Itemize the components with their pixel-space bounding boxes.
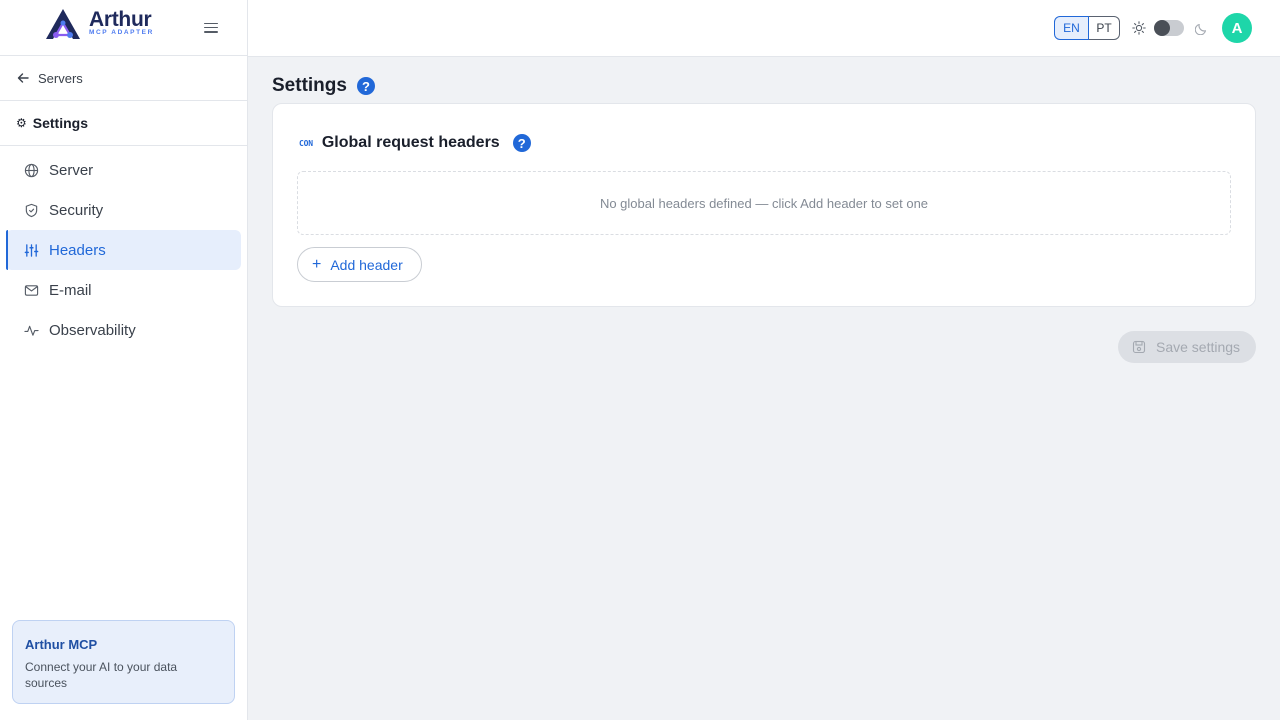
sidebar-item-email[interactable]: E-mail [6, 270, 241, 310]
sidebar-item-label: Server [49, 161, 94, 179]
menu-toggle-icon[interactable] [204, 20, 222, 36]
sidebar-item-security[interactable]: Security [6, 190, 241, 230]
language-en-button[interactable]: EN [1054, 16, 1089, 40]
save-settings-label: Save settings [1156, 339, 1241, 355]
promo-title: Arthur MCP [25, 637, 98, 652]
plus-icon: + [312, 255, 322, 273]
back-to-servers-link[interactable]: Servers [0, 56, 247, 101]
section-title-label: Settings [32, 115, 88, 131]
activity-icon [23, 322, 39, 338]
sidebar-section-title: ⚙ Settings [0, 101, 247, 146]
con-badge-icon: CON [299, 138, 313, 148]
card-title: Global request headers [321, 134, 500, 151]
arrow-left-icon [16, 71, 30, 85]
promo-text: Connect your AI to your data sources [25, 660, 178, 690]
avatar[interactable]: A [1222, 13, 1252, 43]
arthur-logo-icon [46, 9, 80, 39]
sidebar: Arthur MCP ADAPTER Servers ⚙ Settings Se… [0, 0, 248, 720]
top-bar: EN PT A [248, 0, 1280, 57]
sliders-icon [23, 242, 39, 258]
moon-icon [1195, 23, 1207, 35]
sidebar-nav: Server Security Headers E-mail Observabi… [0, 146, 247, 350]
page-help-icon[interactable]: ? [357, 77, 375, 95]
language-pt-button[interactable]: PT [1089, 16, 1120, 40]
card-help-icon[interactable]: ? [512, 134, 531, 152]
language-switcher: EN PT [1054, 16, 1120, 40]
theme-toggle[interactable] [1154, 20, 1184, 36]
sidebar-item-label: E-mail [49, 281, 92, 299]
add-header-button[interactable]: + Add header [297, 247, 422, 282]
card-header: CON Global request headers ? [299, 134, 531, 152]
save-settings-button[interactable]: Save settings [1118, 331, 1256, 363]
globe-icon [23, 162, 39, 178]
brand-header: Arthur MCP ADAPTER [0, 0, 247, 56]
add-header-label: Add header [330, 256, 403, 273]
sidebar-item-server[interactable]: Server [6, 150, 241, 190]
page-title: Settings [272, 75, 347, 96]
sidebar-item-observability[interactable]: Observability [6, 310, 241, 350]
sidebar-item-label: Headers [49, 241, 106, 259]
global-headers-card: CON Global request headers ? No global h… [272, 103, 1256, 307]
sidebar-item-label: Security [49, 201, 104, 219]
save-icon [1132, 340, 1146, 354]
shield-icon [23, 202, 39, 218]
sidebar-item-headers[interactable]: Headers [6, 230, 241, 270]
sidebar-item-label: Observability [49, 321, 136, 339]
back-link-label: Servers [38, 70, 83, 86]
empty-headers-placeholder: No global headers defined — click Add he… [297, 171, 1231, 235]
sun-icon [1132, 21, 1146, 35]
brand-subtitle: MCP ADAPTER [89, 29, 154, 36]
theme-toggle-knob [1154, 20, 1170, 36]
gear-icon: ⚙ [16, 116, 27, 130]
mail-icon [23, 282, 39, 298]
promo-card: Arthur MCP Connect your AI to your data … [12, 620, 235, 704]
